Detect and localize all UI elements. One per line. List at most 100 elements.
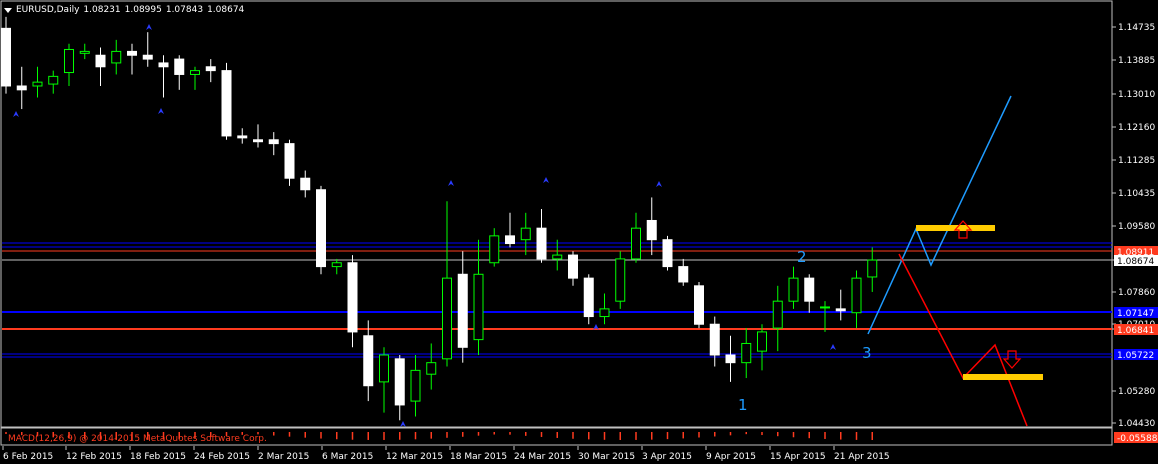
- candle-body: [583, 277, 594, 318]
- candle-body: [79, 50, 90, 54]
- candle: [457, 251, 468, 363]
- time-axis-label: 2 Mar 2015: [258, 452, 309, 462]
- candle: [316, 185, 326, 275]
- price-axis-label: 1.07860: [1118, 288, 1155, 298]
- price-tag-label: 1.06841: [1117, 326, 1154, 336]
- candle-body: [615, 258, 626, 302]
- bullish-wave-projection[interactable]: [867, 95, 1012, 335]
- price-tag-label: 1.07147: [1117, 309, 1154, 319]
- candle-body: [64, 48, 74, 74]
- candles-group: [1, 16, 878, 421]
- candle-body: [442, 277, 452, 360]
- price-axis-label: 1.05280: [1118, 387, 1155, 397]
- indicator-label: MACD(12,26,9) @ 2014-2015 MetaQuotes Sof…: [8, 434, 267, 444]
- candle-body: [694, 285, 704, 325]
- candle: [205, 59, 216, 83]
- candle: [347, 255, 358, 348]
- candle-body: [237, 135, 248, 139]
- fractal-up-arrow: [543, 177, 549, 183]
- candle: [64, 43, 74, 86]
- time-axis-label: 12 Feb 2015: [66, 452, 122, 462]
- ohlc-close: 1.08674: [207, 5, 245, 15]
- candle-body: [599, 308, 610, 318]
- time-axis-label: 9 Apr 2015: [706, 452, 756, 462]
- candle: [394, 354, 405, 421]
- candle: [520, 212, 531, 256]
- candle-body: [788, 277, 799, 302]
- chart-canvas[interactable]: 1 2 3 MACD(12,26,9) @ 2014-2015 MetaQuot…: [0, 0, 1158, 464]
- candle: [694, 281, 704, 329]
- wave-label-1: 1: [738, 396, 748, 414]
- candle: [174, 55, 185, 90]
- candle: [473, 239, 484, 355]
- time-axis-label: 12 Mar 2015: [386, 452, 443, 462]
- candle: [568, 251, 578, 286]
- candle-body: [741, 342, 752, 364]
- price-axis[interactable]: 1.14735 1.13885 1.13010 1.12160 1.11285 1.104…: [1112, 23, 1155, 429]
- candle: [426, 343, 437, 390]
- fractal-down-arrow: [13, 111, 19, 117]
- price-axis-label: 1.11285: [1118, 156, 1155, 166]
- candle-body: [174, 58, 185, 75]
- candle: [268, 132, 279, 156]
- candle: [804, 274, 815, 313]
- candle-body: [253, 139, 263, 143]
- candle: [79, 43, 90, 60]
- candle-body: [473, 273, 484, 341]
- candle-body: [520, 227, 531, 241]
- time-axis[interactable]: 6 Feb 2015 12 Feb 2015 18 Feb 2015 24 Feb 2…: [2, 446, 890, 462]
- candle-body: [662, 239, 673, 268]
- candle: [725, 335, 736, 382]
- candle-body: [205, 66, 216, 72]
- candle: [741, 328, 752, 379]
- price-axis-label: 1.13010: [1118, 90, 1155, 100]
- ohlc-high: 1.08995: [124, 5, 162, 15]
- candle: [48, 70, 59, 94]
- candle-body: [646, 219, 657, 241]
- candle: [820, 301, 830, 332]
- fractal-down-arrow: [830, 344, 836, 350]
- wave-label-2: 2: [797, 248, 807, 266]
- candle-body: [709, 323, 720, 356]
- candle-body: [48, 75, 59, 85]
- candle: [536, 208, 547, 263]
- candle-body: [410, 369, 421, 402]
- candle-body: [426, 362, 437, 375]
- candle: [158, 55, 169, 98]
- ohlc-low: 1.07843: [165, 5, 204, 15]
- candle-body: [111, 50, 122, 64]
- wave-label-3: 3: [862, 344, 872, 362]
- price-tag-label: 1.08674: [1117, 257, 1154, 267]
- candle: [489, 228, 500, 267]
- chart-header: EURUSD,Daily 1.08231 1.08995 1.07843 1.0…: [4, 3, 248, 17]
- fractal-down-arrow: [158, 108, 164, 114]
- chart-window[interactable]: 1 2 3 MACD(12,26,9) @ 2014-2015 MetaQuot…: [0, 0, 1158, 464]
- candle: [142, 32, 153, 67]
- candle: [190, 66, 200, 90]
- price-tag-label: 1.05722: [1117, 351, 1154, 361]
- candle: [505, 212, 515, 248]
- candle-body: [772, 300, 783, 329]
- candle-body: [678, 266, 689, 283]
- candle: [631, 212, 641, 263]
- candle-body: [489, 235, 500, 264]
- candle: [95, 47, 106, 86]
- candle: [646, 197, 657, 256]
- candle: [32, 66, 43, 98]
- candle-body: [331, 262, 342, 268]
- candle-body: [394, 358, 405, 406]
- candle: [221, 62, 232, 140]
- chart-menu-dropdown-icon[interactable]: [4, 7, 12, 13]
- bearish-target-zone[interactable]: [963, 374, 1043, 380]
- price-axis-label: 1.12160: [1118, 123, 1155, 133]
- bearish-wave-projection[interactable]: [898, 253, 1028, 427]
- candle: [709, 316, 720, 367]
- price-axis-label: 1.09580: [1118, 222, 1155, 232]
- candle-body: [95, 54, 106, 68]
- candle-body: [725, 354, 736, 364]
- fractal-up-arrow: [146, 24, 152, 30]
- price-axis-label: 1.04430: [1118, 419, 1155, 429]
- candle-body: [284, 143, 295, 179]
- time-axis-label: 30 Mar 2015: [578, 452, 635, 462]
- time-axis-label: 6 Mar 2015: [322, 452, 373, 462]
